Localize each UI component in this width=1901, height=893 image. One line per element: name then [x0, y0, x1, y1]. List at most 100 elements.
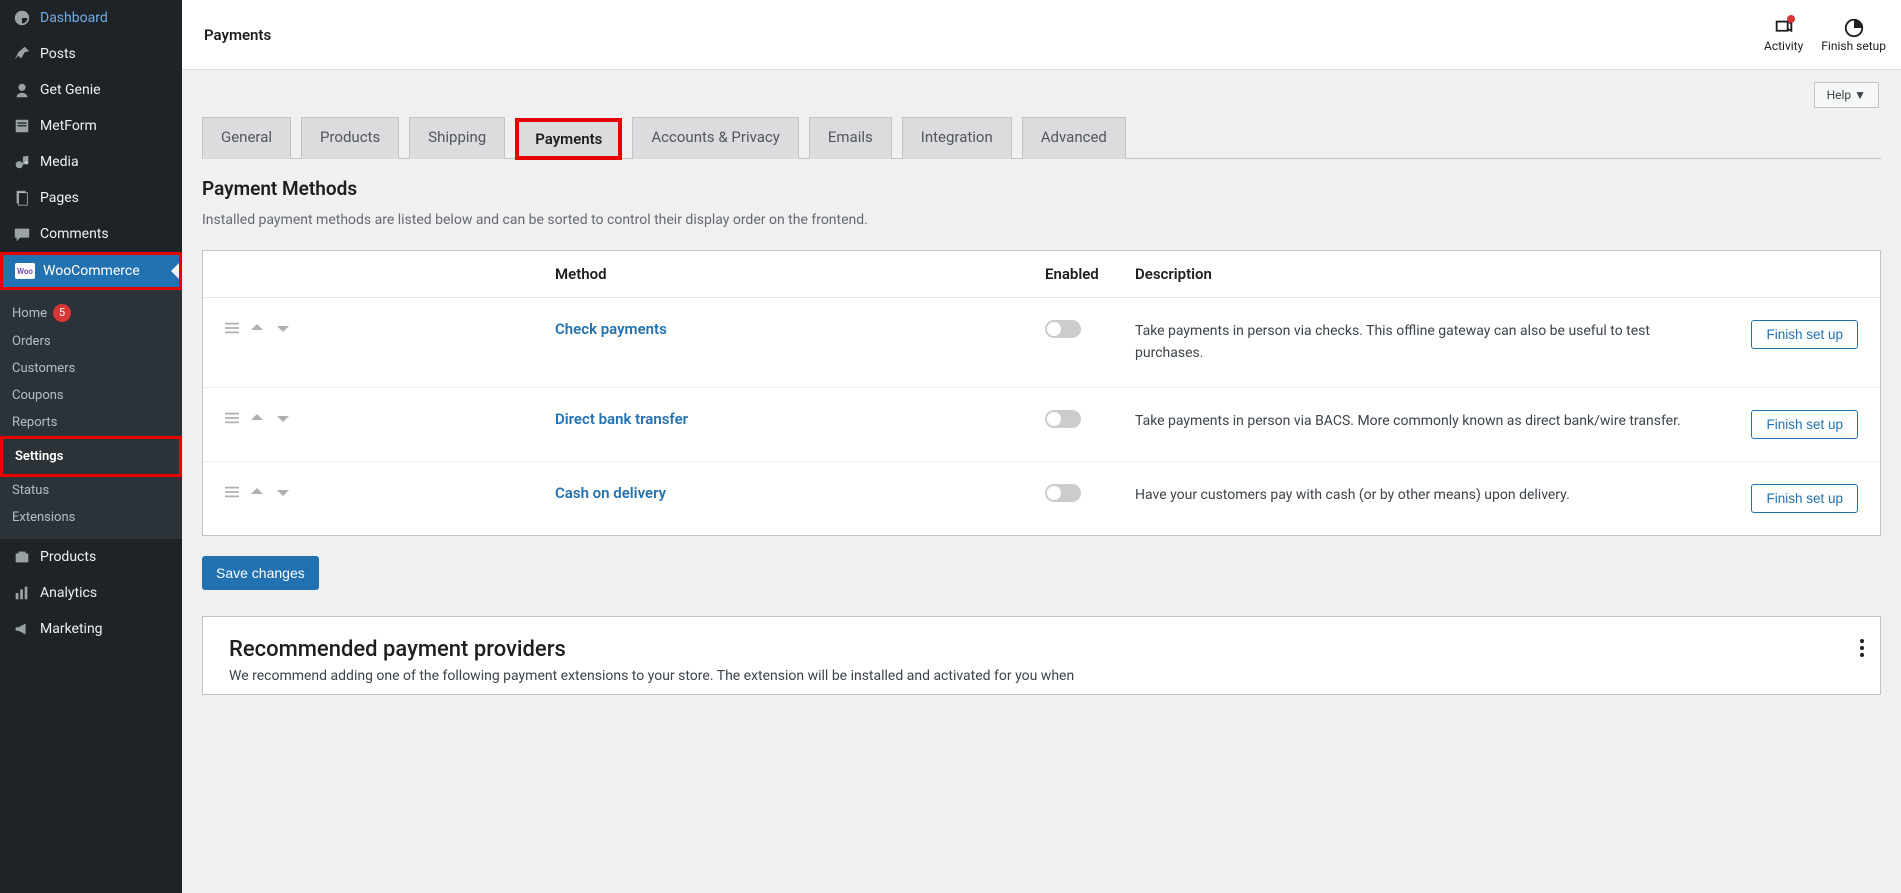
finish-label: Finish setup: [1821, 39, 1886, 53]
woo-icon: Woo: [15, 263, 35, 279]
tab-shipping[interactable]: Shipping: [409, 117, 505, 159]
enable-toggle[interactable]: [1045, 410, 1081, 428]
sidebar-label: WooCommerce: [43, 263, 140, 279]
sub-orders[interactable]: Orders: [0, 328, 182, 355]
sub-home[interactable]: Home 5: [0, 298, 182, 328]
pages-icon: [12, 188, 32, 208]
drag-handle-icon[interactable]: [225, 485, 239, 503]
payment-methods-table: Method Enabled Description Check payment…: [202, 250, 1881, 536]
finish-setup-button[interactable]: Finish set up: [1751, 320, 1858, 349]
tab-general[interactable]: General: [202, 117, 291, 159]
method-description: Take payments in person via BACS. More c…: [1135, 410, 1718, 432]
admin-sidebar: Dashboard Posts Get Genie MetForm Media …: [0, 0, 182, 893]
recommend-description: We recommend adding one of the following…: [229, 668, 1854, 684]
table-row: Cash on delivery Have your customers pay…: [203, 462, 1880, 535]
sidebar-item-media[interactable]: Media: [0, 144, 182, 180]
tab-payments[interactable]: Payments: [515, 118, 622, 160]
drag-handle-icon[interactable]: [225, 411, 239, 429]
method-link[interactable]: Direct bank transfer: [555, 410, 688, 428]
topbar: Payments Activity Finish setup: [182, 0, 1901, 70]
tab-advanced[interactable]: Advanced: [1022, 117, 1126, 159]
form-icon: [12, 116, 32, 136]
col-description: Description: [1135, 265, 1718, 283]
dashboard-icon: [12, 8, 32, 28]
table-row: Direct bank transfer Take payments in pe…: [203, 388, 1880, 462]
col-method: Method: [555, 265, 1045, 283]
sub-customers[interactable]: Customers: [0, 355, 182, 382]
sub-status[interactable]: Status: [0, 477, 182, 504]
sidebar-item-dashboard[interactable]: Dashboard: [0, 0, 182, 36]
sub-extensions[interactable]: Extensions: [0, 504, 182, 531]
sidebar-item-metform[interactable]: MetForm: [0, 108, 182, 144]
home-badge: 5: [53, 304, 71, 322]
sidebar-item-marketing[interactable]: Marketing: [0, 611, 182, 647]
notification-dot: [1787, 15, 1795, 23]
table-row: Check payments Take payments in person v…: [203, 298, 1880, 388]
tab-emails[interactable]: Emails: [809, 117, 892, 159]
sidebar-item-woocommerce[interactable]: Woo WooCommerce: [3, 255, 179, 287]
sidebar-label: Dashboard: [40, 10, 108, 26]
help-toggle[interactable]: Help ▼: [1814, 82, 1879, 108]
sidebar-item-posts[interactable]: Posts: [0, 36, 182, 72]
finish-setup-button[interactable]: Finish set up: [1751, 410, 1858, 439]
sub-label: Status: [12, 483, 49, 498]
sidebar-label: Marketing: [40, 621, 103, 637]
enable-toggle[interactable]: [1045, 484, 1081, 502]
sidebar-label: Get Genie: [40, 82, 101, 98]
woocommerce-submenu: Home 5 Orders Customers Coupons Reports …: [0, 290, 182, 539]
sidebar-label: Comments: [40, 226, 109, 242]
method-link[interactable]: Check payments: [555, 320, 667, 338]
save-button[interactable]: Save changes: [202, 556, 319, 590]
tab-accounts[interactable]: Accounts & Privacy: [632, 117, 798, 159]
sidebar-item-comments[interactable]: Comments: [0, 216, 182, 252]
progress-icon: [1843, 17, 1865, 39]
col-enabled: Enabled: [1045, 265, 1135, 283]
move-down-icon[interactable]: [275, 410, 291, 430]
analytics-icon: [12, 583, 32, 603]
main-content: Payments Activity Finish setup Help ▼ Ge…: [182, 0, 1901, 893]
media-icon: [12, 152, 32, 172]
recommend-title: Recommended payment providers: [229, 637, 1854, 662]
sub-coupons[interactable]: Coupons: [0, 382, 182, 409]
sub-label: Customers: [12, 361, 75, 376]
section-title: Payment Methods: [202, 177, 1881, 200]
sidebar-label: Posts: [40, 46, 76, 62]
sub-reports[interactable]: Reports: [0, 409, 182, 436]
sidebar-item-products[interactable]: Products: [0, 539, 182, 575]
drag-handle-icon[interactable]: [225, 321, 239, 339]
enable-toggle[interactable]: [1045, 320, 1081, 338]
activity-label: Activity: [1764, 39, 1803, 53]
activity-button[interactable]: Activity: [1764, 17, 1803, 53]
sidebar-label: Media: [40, 154, 79, 170]
sidebar-item-pages[interactable]: Pages: [0, 180, 182, 216]
move-up-icon[interactable]: [249, 320, 265, 340]
sub-label: Extensions: [12, 510, 75, 525]
sub-label: Home: [12, 306, 47, 321]
recommended-providers: Recommended payment providers We recomme…: [202, 616, 1881, 695]
method-description: Have your customers pay with cash (or by…: [1135, 484, 1718, 506]
move-up-icon[interactable]: [249, 484, 265, 504]
sidebar-label: Pages: [40, 190, 79, 206]
sub-settings[interactable]: Settings: [3, 443, 179, 470]
method-link[interactable]: Cash on delivery: [555, 484, 666, 502]
sub-label: Orders: [12, 334, 51, 349]
tab-products[interactable]: Products: [301, 117, 399, 159]
settings-tabs: General Products Shipping Payments Accou…: [202, 116, 1881, 159]
tab-integration[interactable]: Integration: [902, 117, 1012, 159]
kebab-menu-icon[interactable]: [1860, 639, 1864, 657]
move-down-icon[interactable]: [275, 484, 291, 504]
finish-setup-button[interactable]: Finish set up: [1751, 484, 1858, 513]
pin-icon: [12, 44, 32, 64]
move-up-icon[interactable]: [249, 410, 265, 430]
megaphone-icon: [12, 619, 32, 639]
sidebar-item-analytics[interactable]: Analytics: [0, 575, 182, 611]
sub-label: Reports: [12, 415, 57, 430]
sidebar-label: Analytics: [40, 585, 97, 601]
products-icon: [12, 547, 32, 567]
genie-icon: [12, 80, 32, 100]
finish-setup-button[interactable]: Finish setup: [1821, 17, 1886, 53]
sidebar-label: Products: [40, 549, 96, 565]
sidebar-item-getgenie[interactable]: Get Genie: [0, 72, 182, 108]
method-description: Take payments in person via checks. This…: [1135, 320, 1718, 365]
move-down-icon[interactable]: [275, 320, 291, 340]
